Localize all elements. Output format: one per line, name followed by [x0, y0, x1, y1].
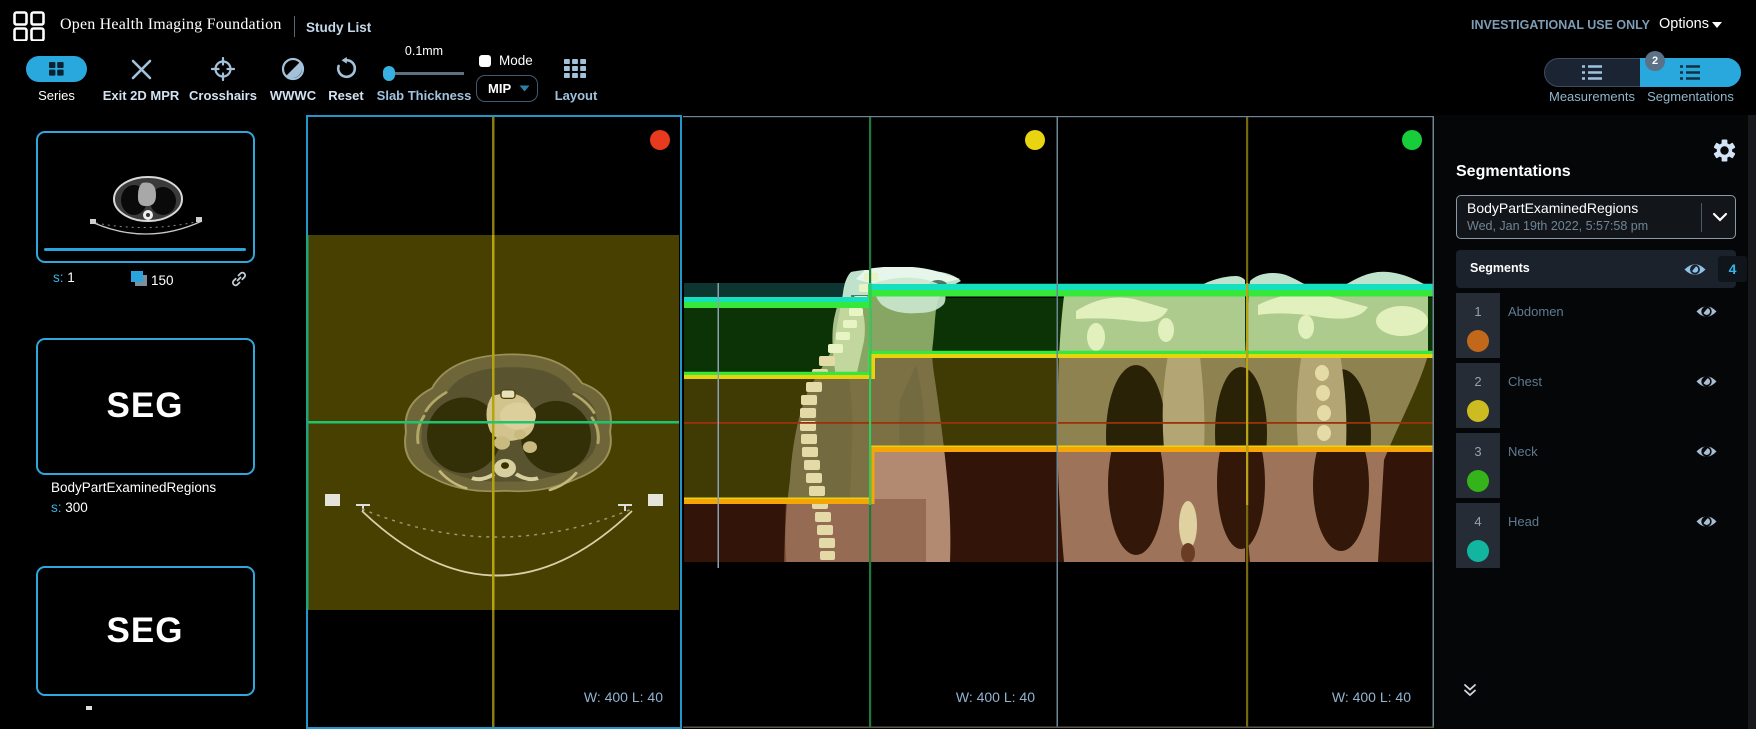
svg-text:W: 400 L: 40: W: 400 L: 40	[1332, 689, 1411, 705]
svg-text:W: 400 L: 40: W: 400 L: 40	[956, 689, 1035, 705]
svg-text:W: 400 L: 40: W: 400 L: 40	[584, 689, 663, 705]
